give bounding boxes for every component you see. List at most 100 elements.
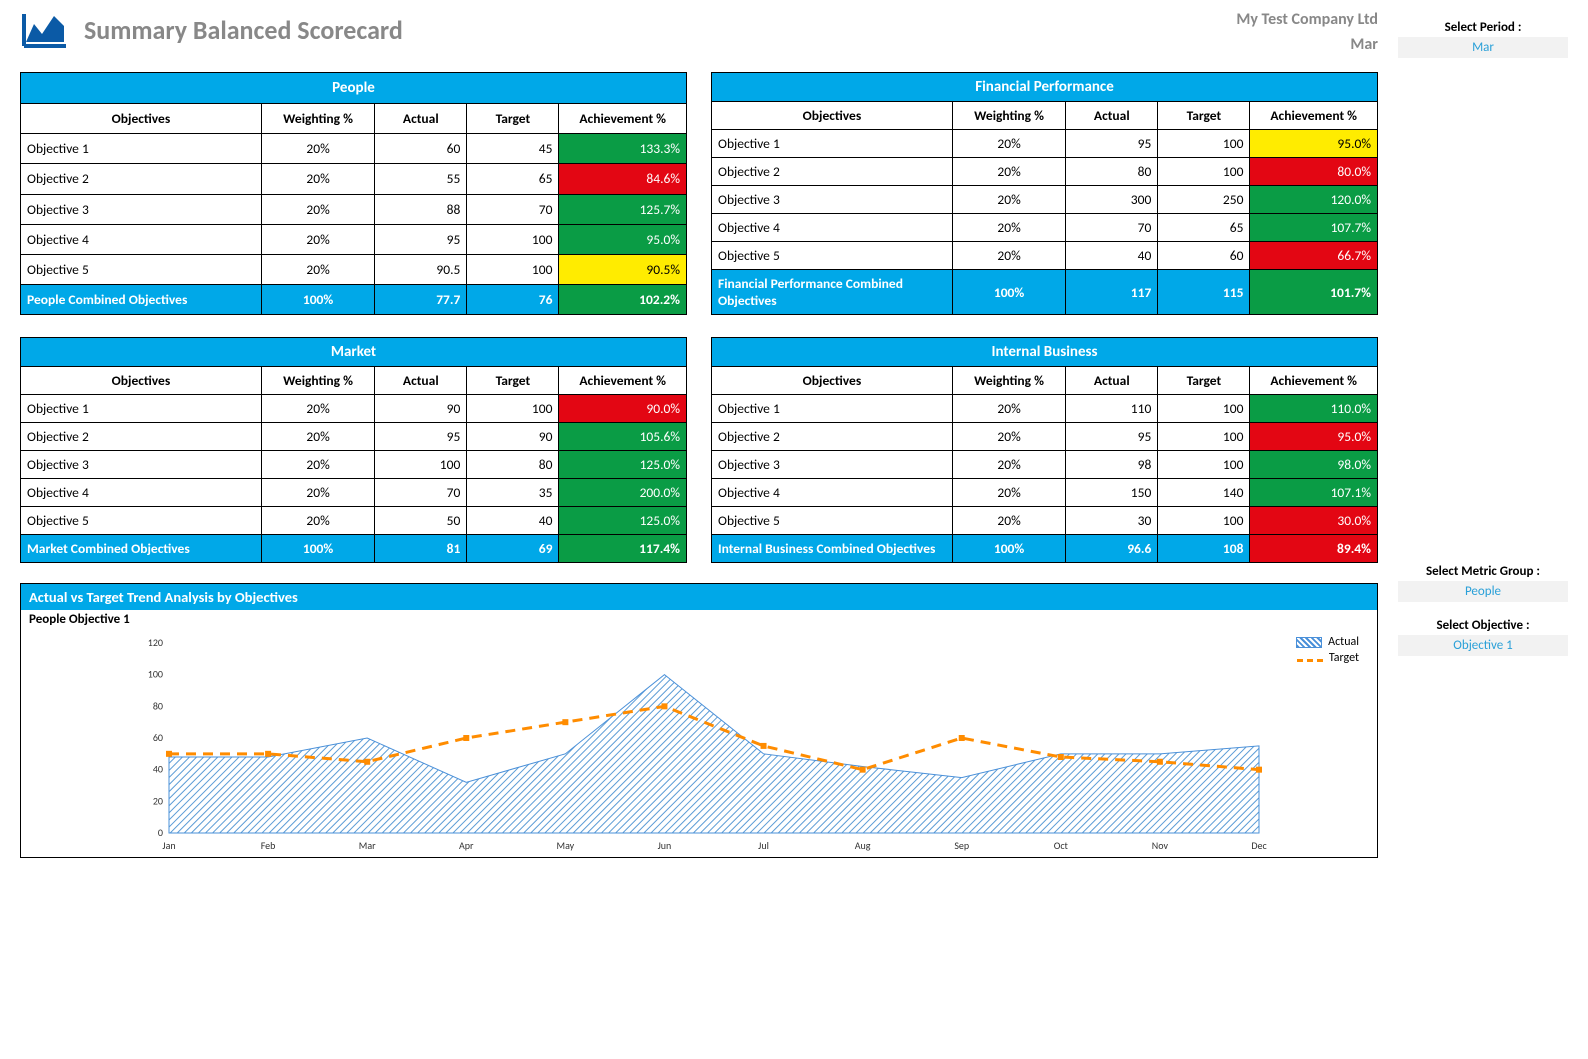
cell-actual: 77.7: [375, 284, 467, 314]
cell-actual: 300: [1066, 186, 1158, 214]
combined-row: Internal Business Combined Objectives100…: [712, 535, 1378, 563]
cell-actual: 96.6: [1066, 535, 1158, 563]
select-metric-group-dropdown[interactable]: People: [1398, 581, 1568, 602]
cell-weight: 100%: [952, 535, 1065, 563]
cell-actual: 60: [375, 134, 467, 164]
svg-text:Jul: Jul: [758, 839, 769, 852]
cell-target: 140: [1158, 479, 1250, 507]
cell-actual: 40: [1066, 242, 1158, 270]
select-period-dropdown[interactable]: Mar: [1398, 37, 1568, 58]
cell-actual: 80: [1066, 158, 1158, 186]
cell-weight: 20%: [952, 451, 1065, 479]
cell-achievement: 95.0%: [1250, 423, 1378, 451]
cell-achievement: 117.4%: [559, 535, 687, 563]
table-row: Objective 320%10080125.0%: [21, 451, 687, 479]
cell-achievement: 98.0%: [1250, 451, 1378, 479]
cell-obj: Objective 5: [712, 507, 953, 535]
cell-weight: 100%: [952, 270, 1065, 315]
svg-text:60: 60: [153, 731, 163, 744]
table-row: Objective 220%8010080.0%: [712, 158, 1378, 186]
cell-achievement: 90.0%: [559, 395, 687, 423]
cell-obj: Objective 4: [712, 479, 953, 507]
col-actual: Actual: [375, 104, 467, 134]
cell-obj: Objective 1: [712, 130, 953, 158]
table-row: Objective 520%3010030.0%: [712, 507, 1378, 535]
table-row: Objective 120%6045133.3%: [21, 134, 687, 164]
cell-target: 45: [467, 134, 559, 164]
col-target: Target: [1158, 367, 1250, 395]
col-target: Target: [1158, 102, 1250, 130]
table-row: Objective 520%90.510090.5%: [21, 254, 687, 284]
cell-target: 40: [467, 507, 559, 535]
svg-text:Sep: Sep: [954, 839, 969, 852]
cell-achievement: 84.6%: [559, 164, 687, 194]
cell-weight: 20%: [952, 507, 1065, 535]
cell-target: 250: [1158, 186, 1250, 214]
cell-obj: Objective 1: [21, 134, 262, 164]
svg-text:Jun: Jun: [658, 839, 672, 852]
cell-actual: 50: [375, 507, 467, 535]
select-period-label: Select Period :: [1398, 20, 1568, 35]
select-metric-group-label: Select Metric Group :: [1398, 564, 1568, 579]
table-row: Objective 520%5040125.0%: [21, 507, 687, 535]
cell-weight: 20%: [952, 158, 1065, 186]
svg-text:20: 20: [153, 794, 163, 807]
cell-actual: 110: [1066, 395, 1158, 423]
table-row: Objective 320%300250120.0%: [712, 186, 1378, 214]
svg-text:40: 40: [153, 763, 163, 776]
cell-obj: Objective 5: [712, 242, 953, 270]
cell-weight: 20%: [952, 130, 1065, 158]
table-row: Objective 220%556584.6%: [21, 164, 687, 194]
cell-achievement: 105.6%: [559, 423, 687, 451]
cell-weight: 20%: [261, 224, 374, 254]
cell-weight: 100%: [261, 535, 374, 563]
cell-obj: Objective 4: [21, 224, 262, 254]
col-ach: Achievement %: [1250, 367, 1378, 395]
table-row: Objective 420%7065107.7%: [712, 214, 1378, 242]
col-target: Target: [467, 367, 559, 395]
cell-achievement: 95.0%: [1250, 130, 1378, 158]
table-row: Objective 420%9510095.0%: [21, 224, 687, 254]
svg-text:0: 0: [158, 826, 163, 839]
scorecard-table: MarketObjectivesWeighting %ActualTargetA…: [20, 337, 687, 563]
cell-target: 100: [1158, 507, 1250, 535]
chart-legend: Actual Target: [1296, 635, 1359, 667]
col-weight: Weighting %: [261, 104, 374, 134]
col-weight: Weighting %: [952, 367, 1065, 395]
svg-text:Apr: Apr: [459, 839, 474, 852]
area-chart-icon: [20, 10, 68, 50]
cell-obj: Objective 1: [712, 395, 953, 423]
cell-weight: 20%: [261, 254, 374, 284]
col-ach: Achievement %: [559, 367, 687, 395]
cell-weight: 20%: [952, 423, 1065, 451]
col-obj: Objectives: [712, 367, 953, 395]
cell-obj: Objective 2: [712, 158, 953, 186]
svg-text:80: 80: [153, 699, 163, 712]
cell-actual: 90: [375, 395, 467, 423]
table-row: Objective 120%9510095.0%: [712, 130, 1378, 158]
controls-sidebar: Select Period : Mar Select Metric Group …: [1398, 10, 1568, 858]
cell-target: 69: [467, 535, 559, 563]
cell-achievement: 110.0%: [1250, 395, 1378, 423]
quadrant-title: Internal Business: [712, 338, 1378, 367]
cell-achievement: 90.5%: [559, 254, 687, 284]
cell-target: 60: [1158, 242, 1250, 270]
combined-row: People Combined Objectives100%77.776102.…: [21, 284, 687, 314]
select-objective-dropdown[interactable]: Objective 1: [1398, 635, 1568, 656]
dashboard-header: Summary Balanced Scorecard My Test Compa…: [20, 10, 1378, 54]
trend-chart-box: Actual vs Target Trend Analysis by Objec…: [20, 583, 1378, 858]
scorecard-table: PeopleObjectivesWeighting %ActualTargetA…: [20, 72, 687, 315]
cell-obj: Objective 2: [712, 423, 953, 451]
cell-weight: 20%: [952, 242, 1065, 270]
cell-actual: 150: [1066, 479, 1158, 507]
cell-obj: Objective 1: [21, 395, 262, 423]
legend-label-actual: Actual: [1328, 635, 1359, 649]
cell-actual: 90.5: [375, 254, 467, 284]
cell-obj: Market Combined Objectives: [21, 535, 262, 563]
cell-target: 100: [467, 224, 559, 254]
cell-actual: 95: [1066, 130, 1158, 158]
col-ach: Achievement %: [559, 104, 687, 134]
cell-target: 115: [1158, 270, 1250, 315]
col-obj: Objectives: [21, 367, 262, 395]
cell-achievement: 125.0%: [559, 507, 687, 535]
